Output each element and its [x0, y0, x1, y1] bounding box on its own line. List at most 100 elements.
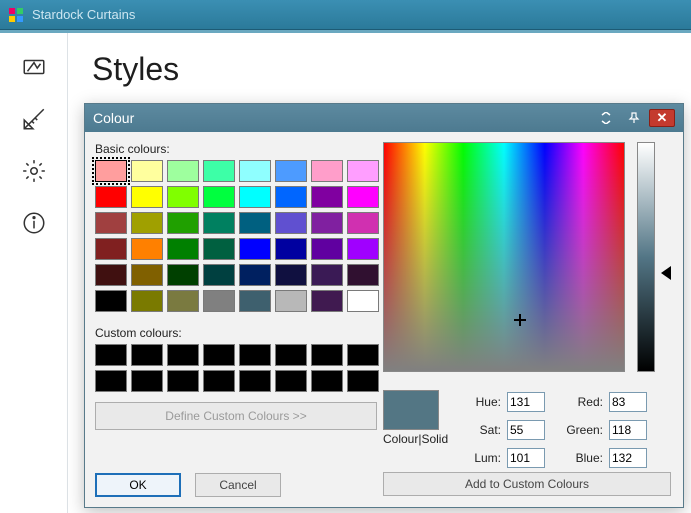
basic-swatch[interactable] [275, 264, 307, 286]
red-input[interactable] [609, 392, 647, 412]
dialog-pin-icon[interactable] [621, 109, 647, 127]
basic-swatch[interactable] [95, 290, 127, 312]
nav-ruler-icon[interactable] [12, 97, 56, 141]
basic-swatch[interactable] [203, 160, 235, 182]
blue-input[interactable] [609, 448, 647, 468]
sat-input[interactable] [507, 420, 545, 440]
ok-button[interactable]: OK [95, 473, 181, 497]
basic-swatch[interactable] [203, 186, 235, 208]
basic-swatch[interactable] [131, 238, 163, 260]
basic-swatch[interactable] [311, 238, 343, 260]
basic-swatch[interactable] [131, 186, 163, 208]
basic-swatch[interactable] [203, 264, 235, 286]
basic-swatch[interactable] [239, 290, 271, 312]
green-input[interactable] [609, 420, 647, 440]
define-custom-button: Define Custom Colours >> [95, 402, 377, 430]
hue-label: Hue: [463, 395, 501, 409]
custom-swatch[interactable] [239, 370, 271, 392]
app-title: Stardock Curtains [32, 7, 135, 22]
custom-swatch[interactable] [203, 370, 235, 392]
custom-swatch[interactable] [167, 370, 199, 392]
basic-swatch[interactable] [239, 238, 271, 260]
lum-label: Lum: [463, 451, 501, 465]
basic-swatch[interactable] [203, 212, 235, 234]
custom-swatch[interactable] [347, 370, 379, 392]
basic-swatch[interactable] [203, 290, 235, 312]
basic-swatch[interactable] [95, 160, 127, 182]
basic-swatch[interactable] [131, 290, 163, 312]
basic-swatch[interactable] [347, 290, 379, 312]
basic-swatch[interactable] [167, 238, 199, 260]
custom-swatch[interactable] [275, 370, 307, 392]
basic-swatch[interactable] [275, 160, 307, 182]
basic-swatch[interactable] [167, 290, 199, 312]
basic-swatch[interactable] [95, 238, 127, 260]
basic-swatch[interactable] [95, 212, 127, 234]
basic-swatch[interactable] [239, 212, 271, 234]
dialog-title: Colour [93, 110, 591, 126]
sat-label: Sat: [463, 423, 501, 437]
colour-preview [383, 390, 439, 430]
custom-swatch[interactable] [95, 344, 127, 366]
custom-swatch[interactable] [131, 370, 163, 392]
dialog-close-button[interactable]: ✕ [649, 109, 675, 127]
basic-swatch[interactable] [347, 160, 379, 182]
nav-settings-icon[interactable] [12, 149, 56, 193]
basic-swatch[interactable] [131, 212, 163, 234]
basic-swatch[interactable] [167, 264, 199, 286]
luminance-bar[interactable] [637, 142, 655, 372]
basic-swatch[interactable] [167, 160, 199, 182]
basic-swatch[interactable] [311, 186, 343, 208]
basic-swatch[interactable] [203, 238, 235, 260]
colour-solid-label: Colour|Solid [383, 432, 448, 446]
red-label: Red: [553, 395, 603, 409]
basic-swatch[interactable] [275, 212, 307, 234]
custom-swatch[interactable] [311, 370, 343, 392]
custom-swatch[interactable] [347, 344, 379, 366]
basic-swatch[interactable] [311, 212, 343, 234]
custom-swatch[interactable] [311, 344, 343, 366]
basic-swatch[interactable] [311, 290, 343, 312]
blue-label: Blue: [553, 451, 603, 465]
basic-swatch[interactable] [347, 264, 379, 286]
left-rail [0, 33, 68, 513]
custom-swatch[interactable] [203, 344, 235, 366]
basic-swatch[interactable] [275, 186, 307, 208]
basic-swatch[interactable] [95, 186, 127, 208]
basic-swatch[interactable] [167, 186, 199, 208]
green-label: Green: [553, 423, 603, 437]
luminance-arrow-icon[interactable] [661, 266, 671, 280]
custom-swatch[interactable] [239, 344, 271, 366]
basic-swatch[interactable] [275, 290, 307, 312]
custom-swatch[interactable] [95, 370, 127, 392]
title-bar[interactable]: Stardock Curtains [0, 0, 691, 30]
basic-swatch[interactable] [239, 264, 271, 286]
add-custom-button[interactable]: Add to Custom Colours [383, 472, 671, 496]
dialog-title-bar[interactable]: Colour ✕ [85, 104, 683, 132]
hue-sat-field[interactable] [383, 142, 625, 372]
basic-swatch[interactable] [131, 264, 163, 286]
basic-swatch[interactable] [347, 186, 379, 208]
basic-swatch[interactable] [131, 160, 163, 182]
lum-input[interactable] [507, 448, 545, 468]
crosshair-icon [514, 314, 526, 326]
custom-swatch[interactable] [131, 344, 163, 366]
basic-swatch[interactable] [311, 160, 343, 182]
basic-swatch[interactable] [95, 264, 127, 286]
nav-about-icon[interactable] [12, 201, 56, 245]
basic-swatch[interactable] [239, 186, 271, 208]
basic-swatch[interactable] [239, 160, 271, 182]
basic-swatch[interactable] [167, 212, 199, 234]
nav-styles-icon[interactable] [12, 45, 56, 89]
custom-swatch[interactable] [275, 344, 307, 366]
basic-swatch[interactable] [347, 238, 379, 260]
custom-swatch[interactable] [167, 344, 199, 366]
hue-input[interactable] [507, 392, 545, 412]
cancel-button[interactable]: Cancel [195, 473, 281, 497]
basic-swatch[interactable] [347, 212, 379, 234]
basic-swatch[interactable] [311, 264, 343, 286]
colour-picker-pane: Colour|Solid Hue: Red: Sat: Green: Lum: … [383, 142, 673, 372]
dialog-collapse-icon[interactable] [593, 109, 619, 127]
basic-swatch[interactable] [275, 238, 307, 260]
app-icon [8, 7, 24, 23]
